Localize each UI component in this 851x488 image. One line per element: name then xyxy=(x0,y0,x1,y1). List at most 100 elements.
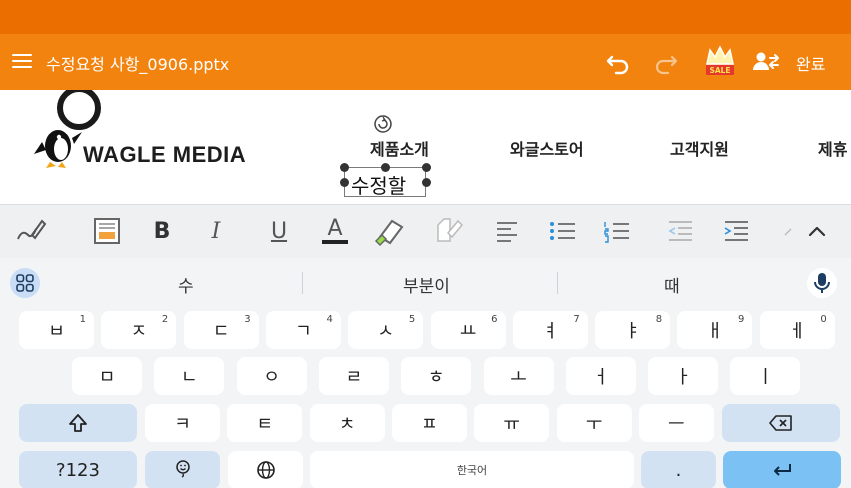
nav-item-store[interactable]: 와글스토어 xyxy=(510,136,584,160)
emoji-key[interactable] xyxy=(145,451,220,488)
key-label: ㅏ xyxy=(674,367,692,388)
key[interactable]: ㅓ xyxy=(565,357,636,395)
key[interactable]: ㅑ8 xyxy=(595,311,671,349)
period-key-label: . xyxy=(675,459,682,481)
suggestion-3[interactable]: 때 xyxy=(664,272,680,297)
penguin-logo-icon xyxy=(34,130,82,168)
key[interactable]: ㅊ xyxy=(309,404,385,442)
resize-handle[interactable] xyxy=(340,178,349,187)
period-key[interactable]: . xyxy=(641,451,716,488)
underline-button[interactable]: U xyxy=(266,215,292,247)
key[interactable]: ㅇ xyxy=(236,357,307,395)
key-number-hint: 3 xyxy=(244,314,251,325)
key-label: ㅠ xyxy=(503,414,520,435)
key-label: ㅕ xyxy=(542,321,559,342)
sale-badge-text: SALE xyxy=(709,66,730,75)
shift-icon xyxy=(69,414,87,432)
nav-item-partnership[interactable]: 제휴 xyxy=(818,136,847,160)
key[interactable]: ㅔ0 xyxy=(759,311,835,349)
space-key-label: 한국어 xyxy=(456,464,488,477)
key[interactable]: ㅅ5 xyxy=(348,311,424,349)
key-label: ㅁ xyxy=(98,367,116,388)
shift-key[interactable] xyxy=(19,404,137,442)
key-number-hint: 7 xyxy=(573,314,580,325)
key[interactable]: ㅁ xyxy=(72,357,142,395)
editing-text[interactable]: 수정할 xyxy=(351,170,406,199)
key[interactable]: ㄱ4 xyxy=(265,311,341,349)
key-label: ㅗ xyxy=(510,367,527,388)
suggestion-1[interactable]: 수 xyxy=(178,272,194,297)
text-box-style-icon[interactable] xyxy=(90,215,124,247)
enter-icon xyxy=(774,464,791,476)
pen-draw-icon[interactable] xyxy=(14,215,48,247)
key-label: ㅛ xyxy=(459,321,477,342)
key[interactable]: ㅂ1 xyxy=(19,311,94,349)
key-label: ㅐ xyxy=(706,321,724,342)
key[interactable]: ㅠ xyxy=(474,404,550,442)
bold-button[interactable]: B xyxy=(150,215,174,247)
numbered-list-icon[interactable] xyxy=(602,215,632,247)
key[interactable]: ㅗ xyxy=(483,357,554,395)
key[interactable]: ㄹ xyxy=(318,357,389,395)
key[interactable]: ㅡ xyxy=(638,404,714,442)
collapse-toolbar-icon[interactable] xyxy=(804,215,830,247)
key-label: ㄴ xyxy=(181,367,198,388)
language-key[interactable] xyxy=(228,451,303,488)
backspace-key[interactable] xyxy=(722,404,840,442)
microphone-icon[interactable] xyxy=(807,268,837,298)
space-key[interactable]: 한국어 xyxy=(310,451,634,488)
key[interactable]: ㄷ3 xyxy=(183,311,259,349)
undo-icon[interactable] xyxy=(606,48,632,76)
key-label: ㅌ xyxy=(256,414,274,435)
key[interactable]: ㅕ7 xyxy=(512,311,588,349)
key-number-hint: 0 xyxy=(820,314,827,325)
key[interactable]: ㅌ xyxy=(227,404,303,442)
clear-format-icon[interactable] xyxy=(432,215,466,247)
symbols-key[interactable]: ?123 xyxy=(19,451,137,488)
resize-handle[interactable] xyxy=(422,163,431,172)
key[interactable]: ㅋ xyxy=(145,404,220,442)
key-label: ㅔ xyxy=(788,321,806,342)
person-switch-icon[interactable] xyxy=(752,48,780,76)
enter-key[interactable] xyxy=(723,451,841,488)
key[interactable]: ㅏ xyxy=(648,357,719,395)
key[interactable]: ㅛ6 xyxy=(430,311,506,349)
key-number-hint: 6 xyxy=(491,314,498,325)
key[interactable]: ㅜ xyxy=(556,404,632,442)
increase-indent-icon[interactable] xyxy=(722,215,752,247)
key-label: ㅎ xyxy=(427,367,445,388)
menu-icon[interactable] xyxy=(12,50,34,74)
resize-handle[interactable] xyxy=(340,163,349,172)
key[interactable]: ㅎ xyxy=(401,357,472,395)
key-label: ㄷ xyxy=(212,321,230,342)
toolbar-scroll-left-icon[interactable] xyxy=(780,215,796,247)
divider xyxy=(302,272,303,294)
key[interactable]: ㅣ xyxy=(730,357,801,395)
key-label: ㅣ xyxy=(757,367,774,388)
nav-item-products[interactable]: 제품소개 xyxy=(370,136,429,160)
rotate-handle-icon[interactable] xyxy=(373,114,393,134)
resize-handle[interactable] xyxy=(422,178,431,187)
format-painter-icon[interactable] xyxy=(372,215,408,247)
key[interactable]: ㅐ9 xyxy=(677,311,753,349)
key[interactable]: ㄴ xyxy=(154,357,225,395)
apps-grid-icon[interactable] xyxy=(10,268,40,298)
font-color-button[interactable]: A xyxy=(320,215,350,247)
crown-sale-icon[interactable]: SALE xyxy=(703,44,737,78)
decrease-indent-icon[interactable] xyxy=(666,215,696,247)
suggestion-2[interactable]: 부분이 xyxy=(403,272,450,297)
slide-canvas[interactable]: WAGLE MEDIA 제품소개 와글스토어 고객지원 제휴 수정할 xyxy=(0,90,851,204)
font-color-swatch xyxy=(322,240,348,244)
align-left-icon[interactable] xyxy=(494,215,522,247)
key[interactable]: ㅈ2 xyxy=(101,311,177,349)
backspace-icon xyxy=(769,415,792,431)
italic-button[interactable]: I xyxy=(204,215,228,247)
nav-item-support[interactable]: 고객지원 xyxy=(670,136,729,160)
redo-icon[interactable] xyxy=(652,48,678,76)
done-button[interactable]: 완료 xyxy=(796,51,825,75)
key-label: ㄱ xyxy=(295,321,312,342)
key[interactable]: ㅍ xyxy=(391,404,467,442)
key-label: ㅜ xyxy=(585,414,603,435)
bullet-list-icon[interactable] xyxy=(548,215,578,247)
screen: 수정요청 사항_0906.pptx SALE 완료 WAGLE MEDIA 제품… xyxy=(0,0,851,488)
